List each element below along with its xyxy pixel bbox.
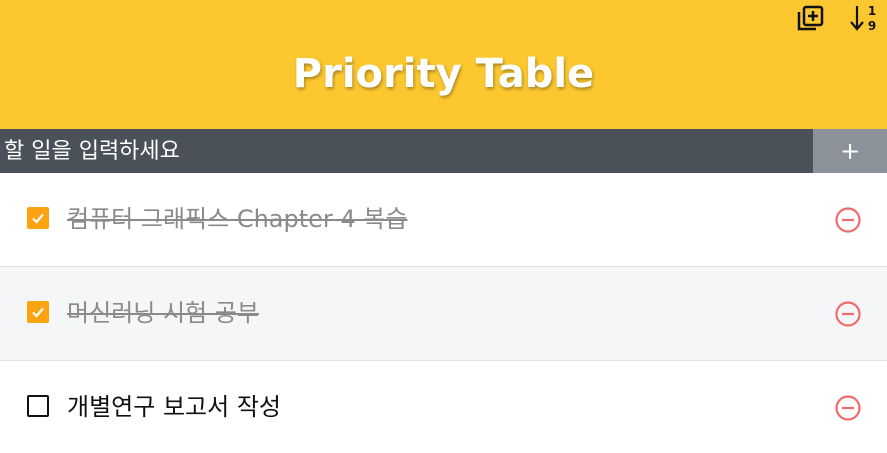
- todo-checkbox[interactable]: [27, 395, 49, 417]
- todo-input-bar: +: [0, 129, 887, 173]
- sort-numeric-icon: 1 9: [850, 4, 876, 33]
- remove-todo-button[interactable]: [834, 394, 862, 422]
- todo-list: 컴퓨터 그래픽스 Chapter 4 복습 머신러닝 시험 공부 개별연구 보고…: [0, 173, 887, 453]
- page-title: Priority Table: [292, 51, 595, 97]
- sort-digit-bottom: 9: [868, 19, 876, 33]
- minus-circle-icon: [835, 395, 861, 421]
- todo-item: 컴퓨터 그래픽스 Chapter 4 복습: [0, 173, 887, 267]
- todo-input[interactable]: [0, 129, 813, 173]
- remove-todo-button[interactable]: [834, 300, 862, 328]
- sort-digit-top: 1: [868, 4, 876, 18]
- add-list-button[interactable]: [790, 0, 830, 36]
- library-add-icon: [797, 5, 824, 31]
- minus-circle-icon: [835, 301, 861, 327]
- remove-todo-button[interactable]: [834, 206, 862, 234]
- app-header: 1 9 Priority Table: [0, 0, 887, 129]
- add-todo-button[interactable]: +: [813, 129, 887, 173]
- todo-item: 개별연구 보고서 작성: [0, 361, 887, 453]
- todo-checkbox[interactable]: [27, 301, 49, 323]
- todo-text: 머신러닝 시험 공부: [67, 299, 259, 327]
- sort-button[interactable]: 1 9: [845, 0, 885, 36]
- minus-circle-icon: [835, 207, 861, 233]
- check-icon: [32, 213, 44, 224]
- todo-text: 컴퓨터 그래픽스 Chapter 4 복습: [67, 205, 408, 233]
- todo-item: 머신러닝 시험 공부: [0, 267, 887, 361]
- todo-checkbox[interactable]: [27, 207, 49, 229]
- todo-text: 개별연구 보고서 작성: [67, 393, 281, 421]
- check-icon: [32, 307, 44, 318]
